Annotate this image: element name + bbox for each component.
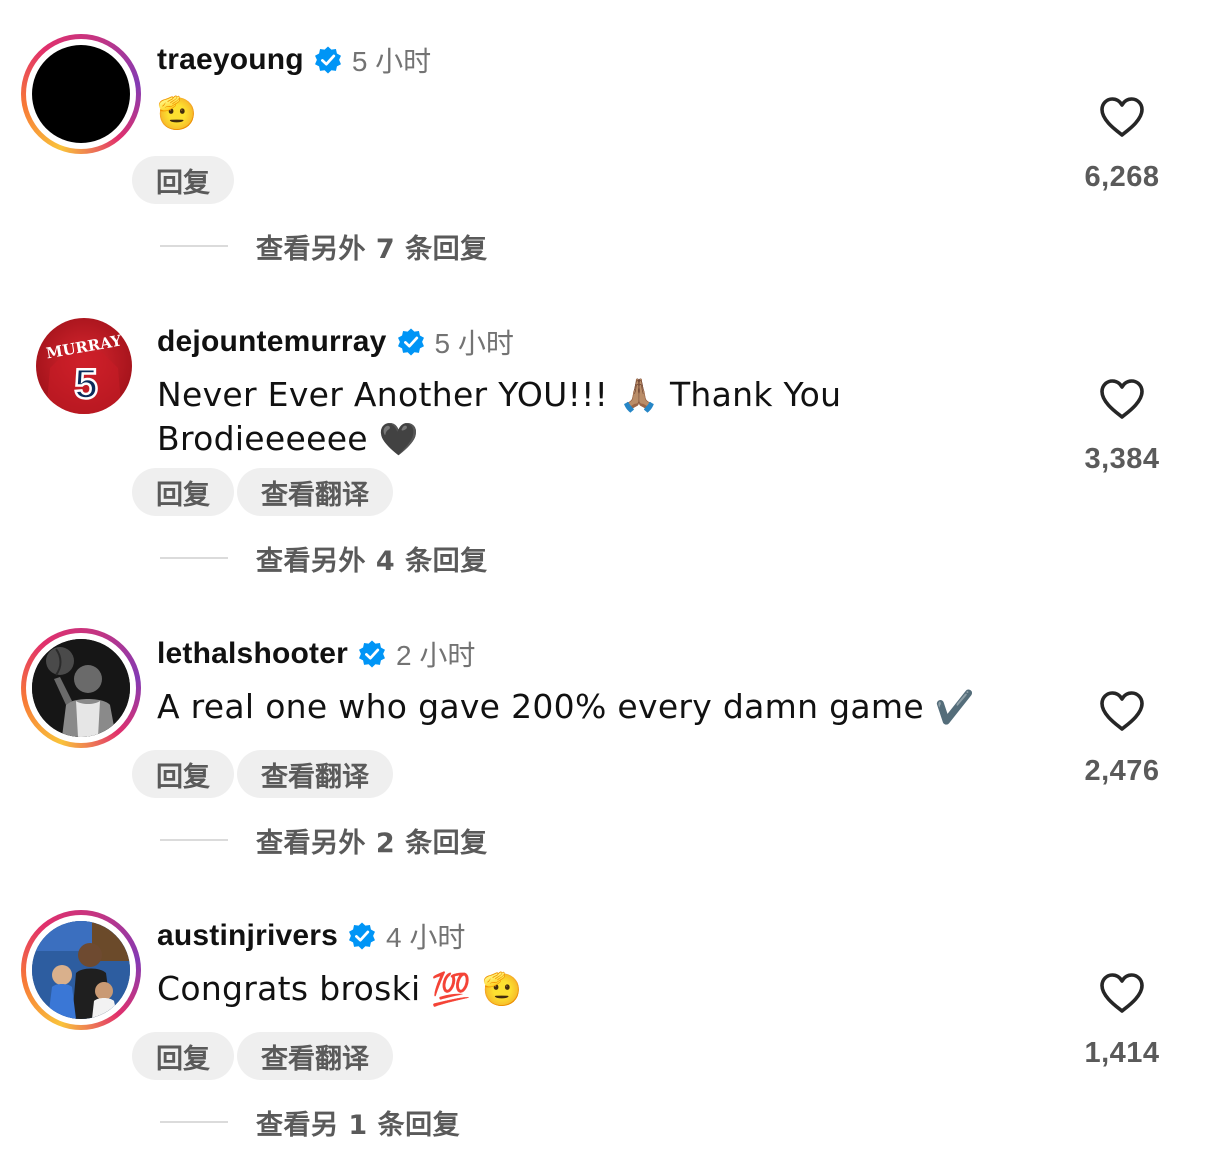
avatar-dejountemurray[interactable]: MURRAY 5: [36, 318, 132, 414]
comment-text: 🫡: [157, 91, 1017, 135]
hundred-points-emoji: 💯: [431, 970, 472, 1008]
comment-time: 2 小时: [395, 640, 476, 671]
comment-text: Congrats broski 💯 🫡: [157, 967, 1017, 1011]
comment-text-line2: Brodieeeeee: [157, 419, 368, 458]
reply-button[interactable]: 回复: [132, 750, 234, 798]
username[interactable]: dejountemurray: [157, 325, 387, 359]
see-translation-button[interactable]: 查看翻译: [237, 468, 393, 516]
replies-divider: [160, 839, 228, 841]
comment-text-body: Congrats broski: [157, 969, 421, 1008]
comment-lethalshooter: lethalshooter 2 小时 A real one who gave 2…: [0, 594, 1206, 876]
like-area: 3,384: [1075, 377, 1169, 476]
verified-badge-icon: [314, 46, 341, 74]
saluting-face-emoji: 🫡: [157, 94, 198, 132]
view-more-replies[interactable]: 查看另外 2 条回复: [160, 820, 488, 860]
comment-header: lethalshooter 2 小时: [157, 634, 475, 674]
family-photo-image: [32, 921, 130, 1019]
heart-outline-icon[interactable]: [1098, 689, 1146, 733]
saluting-face-emoji: 🫡: [482, 970, 523, 1008]
view-more-replies-label: 查看另 1 条回复: [256, 1109, 461, 1141]
see-translation-button[interactable]: 查看翻译: [237, 750, 393, 798]
avatar-austinjrivers[interactable]: [21, 910, 141, 1030]
comment-text-line1b: Thank You: [669, 375, 842, 414]
verified-badge-icon: [358, 640, 385, 668]
view-more-replies-label: 查看另外 7 条回复: [256, 233, 488, 265]
player-photo-image: [32, 639, 130, 737]
reply-button[interactable]: 回复: [132, 468, 234, 516]
view-more-replies[interactable]: 查看另 1 条回复: [160, 1102, 460, 1142]
comment-text-body: A real one who gave 200% every damn game: [157, 687, 924, 726]
replies-divider: [160, 557, 228, 559]
heart-outline-icon[interactable]: [1098, 95, 1146, 139]
comment-actions: 回复 查看翻译: [132, 468, 393, 516]
see-translation-button[interactable]: 查看翻译: [237, 1032, 393, 1080]
like-area: 1,414: [1075, 971, 1169, 1070]
black-heart-emoji: 🖤: [378, 420, 419, 458]
view-more-replies[interactable]: 查看另外 7 条回复: [160, 226, 488, 266]
like-count: 6,268: [1084, 161, 1160, 193]
like-area: 2,476: [1075, 689, 1169, 788]
avatar-traeyoung[interactable]: [21, 34, 141, 154]
username[interactable]: traeyoung: [157, 43, 304, 77]
like-count: 3,384: [1084, 443, 1160, 475]
like-count: 1,414: [1084, 1037, 1160, 1069]
jersey-number: 5: [74, 360, 97, 407]
view-more-replies-label: 查看另外 2 条回复: [256, 827, 488, 859]
jersey-avatar-image: MURRAY 5: [36, 318, 132, 414]
comment-actions: 回复: [132, 156, 234, 204]
view-more-replies[interactable]: 查看另外 4 条回复: [160, 538, 488, 578]
comment-header: austinjrivers 4 小时: [157, 916, 465, 956]
comment-actions: 回复 查看翻译: [132, 1032, 393, 1080]
comment-actions: 回复 查看翻译: [132, 750, 393, 798]
view-more-replies-label: 查看另外 4 条回复: [256, 545, 488, 577]
comment-dejountemurray: MURRAY 5 dejountemurray 5 小时 Never Ever …: [0, 282, 1206, 577]
comment-austinjrivers: austinjrivers 4 小时 Congrats broski 💯 🫡 回…: [0, 876, 1206, 1158]
comment-text: A real one who gave 200% every damn game…: [157, 685, 1017, 729]
reply-button[interactable]: 回复: [132, 1032, 234, 1080]
avatar-lethalshooter[interactable]: [21, 628, 141, 748]
heart-outline-icon[interactable]: [1098, 971, 1146, 1015]
verified-badge-icon: [397, 328, 424, 356]
comment-header: dejountemurray 5 小时: [157, 322, 514, 362]
comment-time: 4 小时: [386, 922, 466, 953]
comment-text: Never Ever Another YOU!!! 🙏🏽 Thank You B…: [157, 373, 1017, 461]
replies-divider: [160, 245, 228, 247]
comment-header: traeyoung 5 小时: [157, 40, 431, 80]
reply-button[interactable]: 回复: [132, 156, 234, 204]
like-count: 2,476: [1084, 755, 1160, 787]
verified-badge-icon: [349, 922, 376, 950]
heart-outline-icon[interactable]: [1098, 377, 1146, 421]
replies-divider: [160, 1121, 228, 1123]
comment-time: 5 小时: [351, 46, 432, 77]
comment-traeyoung: traeyoung 5 小时 🫡 回复 查看另外 7 条回复 6,268: [0, 0, 1206, 282]
like-area: 6,268: [1075, 95, 1169, 194]
username[interactable]: austinjrivers: [157, 919, 338, 953]
comment-time: 5 小时: [434, 328, 514, 359]
comment-text-line1: Never Ever Another YOU!!!: [157, 375, 609, 414]
check-mark-emoji: ✔️: [934, 688, 975, 726]
folded-hands-emoji: 🙏🏽: [618, 376, 660, 414]
username[interactable]: lethalshooter: [157, 637, 348, 671]
